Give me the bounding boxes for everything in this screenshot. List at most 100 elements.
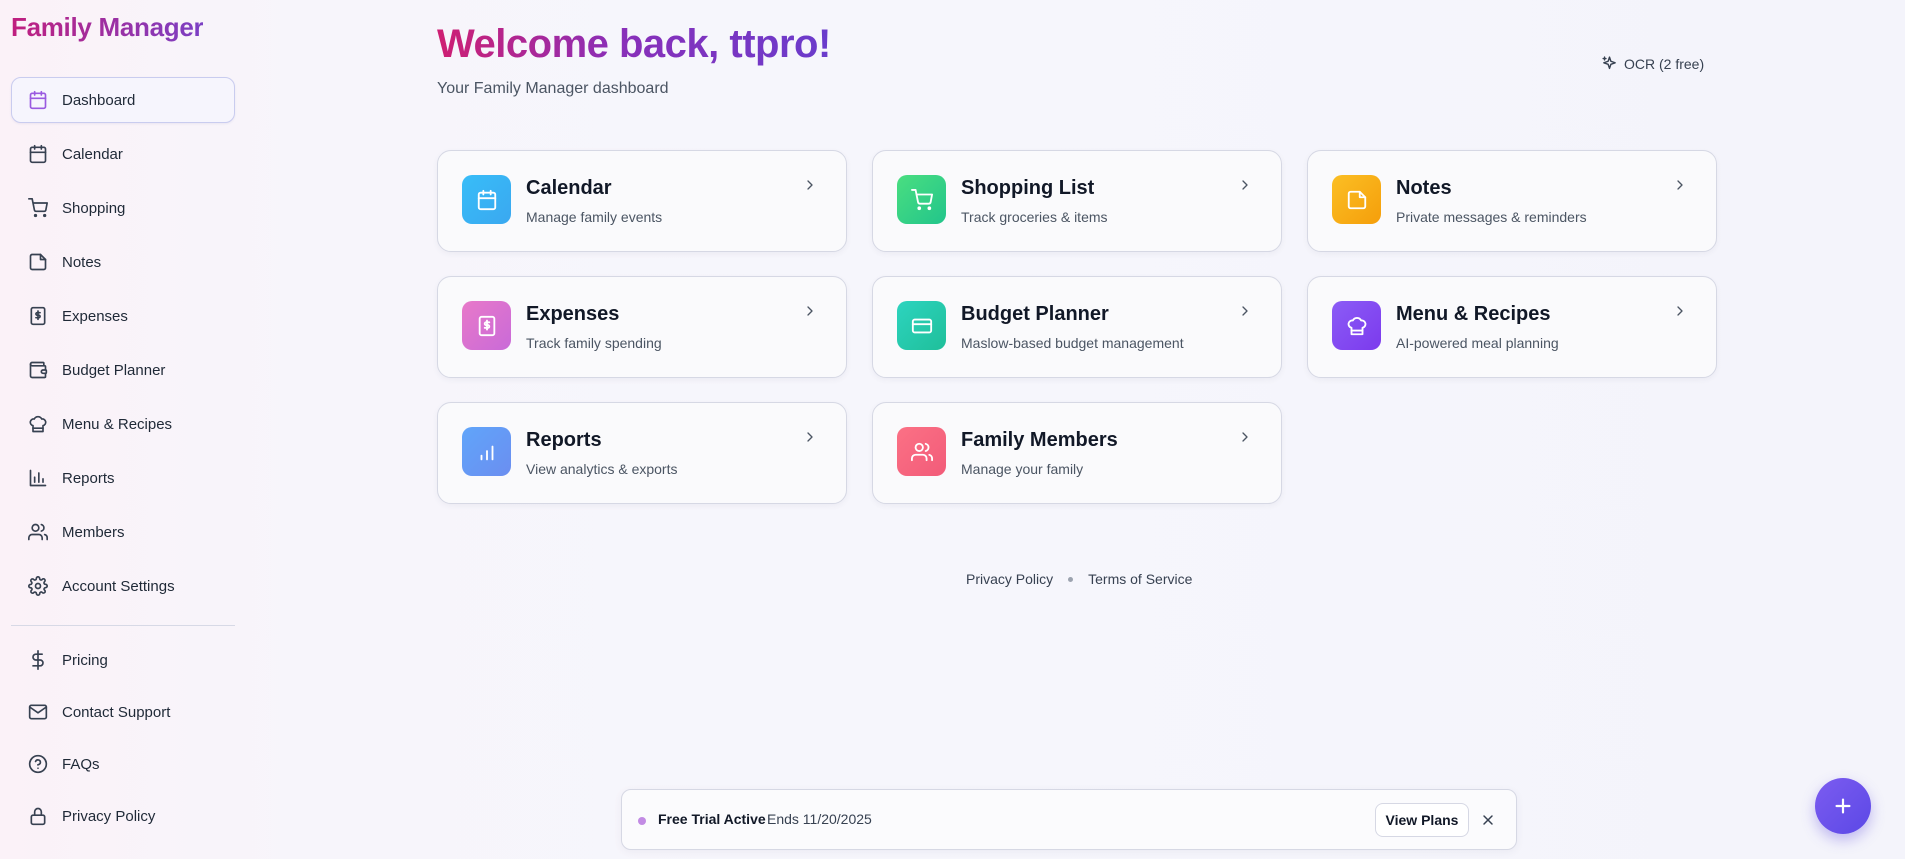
gear-icon (28, 576, 48, 596)
chevron-right-icon (1237, 303, 1253, 319)
sidebar-item-members[interactable]: Members (11, 509, 235, 555)
sidebar: Family Manager Dashboard Calendar Shoppi… (0, 0, 245, 859)
card-family-members[interactable]: Family Members Manage your family (872, 402, 1282, 504)
sidebar-item-shopping[interactable]: Shopping (11, 185, 235, 231)
sidebar-item-faqs[interactable]: FAQs (11, 742, 235, 786)
users-icon (897, 427, 946, 476)
card-notes[interactable]: Notes Private messages & reminders (1307, 150, 1717, 252)
sidebar-item-label: Notes (62, 253, 102, 271)
sidebar-item-label: Account Settings (62, 577, 175, 595)
calendar-icon (462, 175, 511, 224)
chevron-right-icon (802, 303, 818, 319)
calendar-icon (28, 144, 48, 164)
sidebar-item-account-settings[interactable]: Account Settings (11, 563, 235, 609)
plus-icon (1832, 795, 1854, 817)
chevron-right-icon (1672, 303, 1688, 319)
card-title: Calendar (526, 177, 612, 199)
sidebar-item-label: Members (62, 523, 125, 541)
chevron-right-icon (1237, 429, 1253, 445)
card-title: Notes (1396, 177, 1452, 199)
chevron-right-icon (1237, 177, 1253, 193)
cart-icon (28, 198, 48, 218)
sidebar-item-label: Reports (62, 469, 115, 487)
sidebar-item-label: Dashboard (62, 91, 136, 109)
chef-hat-icon (1332, 301, 1381, 350)
terms-of-service-link[interactable]: Terms of Service (1088, 571, 1192, 587)
card-description: Track groceries & items (961, 209, 1108, 225)
sidebar-item-menu-recipes[interactable]: Menu & Recipes (11, 401, 235, 447)
card-expenses[interactable]: Expenses Track family spending (437, 276, 847, 378)
card-title: Family Members (961, 429, 1118, 451)
privacy-policy-link[interactable]: Privacy Policy (966, 571, 1053, 587)
sidebar-item-budget-planner[interactable]: Budget Planner (11, 347, 235, 393)
sidebar-item-label: FAQs (62, 755, 100, 773)
sidebar-item-contact-support[interactable]: Contact Support (11, 690, 235, 734)
receipt-icon (462, 301, 511, 350)
users-icon (28, 522, 48, 542)
trial-end-date: Ends 11/20/2025 (767, 811, 872, 827)
card-description: Maslow-based budget management (961, 335, 1184, 351)
help-circle-icon (28, 754, 48, 774)
dollar-icon (28, 650, 48, 670)
card-description: Private messages & reminders (1396, 209, 1587, 225)
sidebar-item-notes[interactable]: Notes (11, 239, 235, 285)
card-description: Manage family events (526, 209, 663, 225)
sidebar-item-label: Budget Planner (62, 361, 166, 379)
ocr-credits-button[interactable]: OCR (2 free) (1601, 55, 1704, 72)
footer-links: Privacy Policy Terms of Service (966, 571, 1192, 587)
card-icon (897, 301, 946, 350)
sidebar-item-label: Contact Support (62, 703, 171, 721)
card-description: AI-powered meal planning (1396, 335, 1559, 351)
card-title: Menu & Recipes (1396, 303, 1551, 325)
separator-dot (1068, 576, 1074, 582)
sidebar-divider (11, 625, 235, 626)
chevron-right-icon (802, 177, 818, 193)
card-description: Manage your family (961, 461, 1084, 477)
mail-icon (28, 702, 48, 722)
card-reports[interactable]: Reports View analytics & exports (437, 402, 847, 504)
status-dot (638, 817, 646, 825)
sidebar-item-label: Menu & Recipes (62, 415, 173, 433)
cart-icon (897, 175, 946, 224)
card-shopping-list[interactable]: Shopping List Track groceries & items (872, 150, 1282, 252)
sidebar-item-calendar[interactable]: Calendar (11, 131, 235, 177)
trial-banner: Free Trial Active Ends 11/20/2025 View P… (621, 789, 1517, 850)
sidebar-item-expenses[interactable]: Expenses (11, 293, 235, 339)
view-plans-button[interactable]: View Plans (1375, 803, 1469, 837)
card-title: Budget Planner (961, 303, 1109, 325)
note-icon (28, 252, 48, 272)
lock-icon (28, 806, 48, 826)
sidebar-item-label: Expenses (62, 307, 128, 325)
sidebar-item-reports[interactable]: Reports (11, 455, 235, 501)
card-calendar[interactable]: Calendar Manage family events (437, 150, 847, 252)
sparkles-icon (1601, 55, 1618, 72)
note-icon (1332, 175, 1381, 224)
card-title: Shopping List (961, 177, 1095, 199)
card-title: Expenses (526, 303, 620, 325)
sidebar-item-label: Shopping (62, 199, 126, 217)
page-title: Welcome back, ttpro! (437, 22, 831, 66)
chevron-right-icon (1672, 177, 1688, 193)
close-icon[interactable] (1480, 812, 1496, 828)
page-subtitle: Your Family Manager dashboard (437, 80, 669, 97)
sidebar-item-label: Privacy Policy (62, 807, 156, 825)
sidebar-item-privacy-policy[interactable]: Privacy Policy (11, 794, 235, 838)
sidebar-item-label: Calendar (62, 145, 123, 163)
card-budget-planner[interactable]: Budget Planner Maslow-based budget manag… (872, 276, 1282, 378)
card-menu-recipes[interactable]: Menu & Recipes AI-powered meal planning (1307, 276, 1717, 378)
sidebar-nav: Dashboard Calendar Shopping Notes Expens… (11, 77, 235, 617)
add-button[interactable] (1815, 778, 1871, 834)
wallet-icon (28, 360, 48, 380)
chevron-right-icon (802, 429, 818, 445)
sidebar-secondary-nav: Pricing Contact Support FAQs Privacy Pol… (11, 638, 235, 846)
brand-logo[interactable]: Family Manager (11, 12, 204, 43)
card-title: Reports (526, 429, 602, 451)
bar-chart-icon (462, 427, 511, 476)
trial-status-label: Free Trial Active (658, 811, 766, 827)
card-description: Track family spending (526, 335, 662, 351)
bar-chart-icon (28, 468, 48, 488)
sidebar-item-dashboard[interactable]: Dashboard (11, 77, 235, 123)
sidebar-item-label: Pricing (62, 651, 108, 669)
receipt-icon (28, 306, 48, 326)
sidebar-item-pricing[interactable]: Pricing (11, 638, 235, 682)
